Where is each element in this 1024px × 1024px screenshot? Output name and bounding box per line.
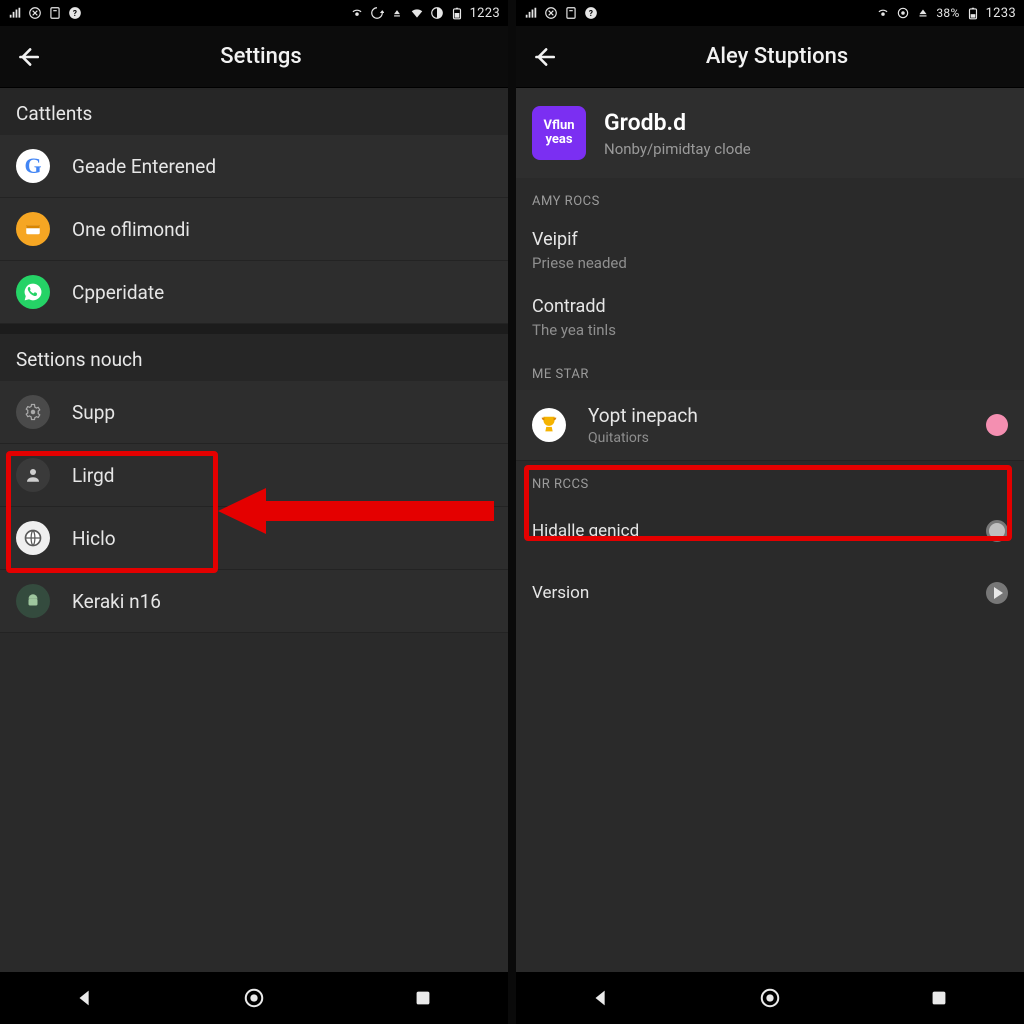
nav-recent[interactable] <box>921 980 957 1016</box>
whatsapp-icon <box>16 275 50 309</box>
section-more: Settions nouch <box>0 334 508 381</box>
row-sub: Quitatiors <box>588 430 698 446</box>
nav-recent[interactable] <box>405 980 441 1016</box>
settings-item-hiclo[interactable]: Hiclo <box>0 507 508 570</box>
settings-item-wallet[interactable]: One oflimondi <box>0 198 508 261</box>
toggle-indicator[interactable] <box>986 414 1008 436</box>
section-accounts: Cattlents <box>0 88 508 135</box>
settings-item-google[interactable]: G Geade Enterened <box>0 135 508 198</box>
nfc-icon <box>544 6 558 20</box>
section-mestar: ME STAR <box>516 351 1024 390</box>
android-nav-bar <box>0 972 508 1024</box>
help-icon: ? <box>68 6 82 20</box>
detail-item-veipif[interactable]: Veipif Priese neaded <box>516 217 1024 284</box>
nav-home[interactable] <box>236 980 272 1016</box>
status-bar: ? 38% 1233 <box>516 0 1024 26</box>
hotspot-icon <box>876 6 890 20</box>
status-right: 1223 <box>350 6 500 21</box>
radio-indicator[interactable] <box>986 520 1008 542</box>
person-icon <box>16 458 50 492</box>
signal-icon <box>8 6 22 20</box>
detail-item-yopt[interactable]: Yopt inepach Quitatiors <box>516 390 1024 461</box>
wallet-icon <box>16 212 50 246</box>
battery-icon <box>966 6 980 20</box>
row-title: Yopt inepach <box>588 404 698 427</box>
app-bar: Aley Stuptions <box>516 26 1024 88</box>
android-icon <box>16 584 50 618</box>
phone-right: ? 38% 1233 Aley Stuptions Vflun yeas <box>516 0 1024 1024</box>
app-title-col: Grodb.d Nonby/pimidtay clode <box>604 109 751 158</box>
battery-icon <box>450 6 464 20</box>
play-indicator[interactable] <box>986 582 1008 604</box>
trophy-icon <box>532 408 566 442</box>
gear-icon <box>16 395 50 429</box>
nav-home[interactable] <box>752 980 788 1016</box>
app-header-card: Vflun yeas Grodb.d Nonby/pimidtay clode <box>516 88 1024 178</box>
row-sub: Priese neaded <box>532 254 1008 272</box>
status-time: 1223 <box>470 6 500 21</box>
row-label: Geade Enterened <box>72 155 216 178</box>
row-title: Version <box>532 583 589 603</box>
status-right: 38% 1233 <box>876 6 1016 21</box>
app-subtitle: Nonby/pimidtay clode <box>604 140 751 158</box>
section-amyrocs: AMY ROCS <box>516 178 1024 217</box>
settings-item-keraki[interactable]: Keraki n16 <box>0 570 508 633</box>
settings-item-lirgd[interactable]: Lirgd <box>0 444 508 507</box>
two-phone-comparison: ? 1223 Settings Cattlents G Geade En <box>0 0 1024 1024</box>
badge-line2: yeas <box>545 133 572 147</box>
settings-content: Cattlents G Geade Enterened One oflimond… <box>0 88 508 972</box>
section-divider <box>0 324 508 334</box>
data-icon <box>916 6 930 20</box>
signal-icon <box>524 6 538 20</box>
globe-icon <box>16 521 50 555</box>
detail-item-version[interactable]: Version <box>516 562 1024 624</box>
row-label: Keraki n16 <box>72 590 161 613</box>
app-icon: Vflun yeas <box>532 106 586 160</box>
badge-icon <box>564 6 578 20</box>
svg-text:?: ? <box>589 8 593 18</box>
settings-item-whatsapp[interactable]: Cpperidate <box>0 261 508 324</box>
nav-back[interactable] <box>67 980 103 1016</box>
page-title: Settings <box>28 44 494 69</box>
app-name: Grodb.d <box>604 109 751 136</box>
sync-icon <box>896 6 910 20</box>
row-label: Lirgd <box>72 464 115 487</box>
row-label: Cpperidate <box>72 281 164 304</box>
detail-item-contradd[interactable]: Contradd The yea tinls <box>516 284 1024 351</box>
sync-icon <box>370 6 384 20</box>
row-title: Hidalle genicd <box>532 521 639 541</box>
row-label: One oflimondi <box>72 218 190 241</box>
nfc-icon <box>28 6 42 20</box>
row-label: Hiclo <box>72 527 116 550</box>
badge-icon <box>48 6 62 20</box>
row-title: Contradd <box>532 296 1008 317</box>
row-sub: The yea tinls <box>532 321 1008 339</box>
hotspot-icon <box>350 6 364 20</box>
help-icon: ? <box>584 6 598 20</box>
phone-left: ? 1223 Settings Cattlents G Geade En <box>0 0 508 1024</box>
status-bar: ? 1223 <box>0 0 508 26</box>
wifi-icon <box>410 6 424 20</box>
badge-line1: Vflun <box>543 119 574 133</box>
detail-item-hidalle[interactable]: Hidalle genicd <box>516 500 1024 562</box>
data-icon <box>390 6 404 20</box>
half-icon <box>430 6 444 20</box>
row-title: Veipif <box>532 229 1008 250</box>
row-label: Supp <box>72 401 115 424</box>
battery-pct: 38% <box>936 6 959 20</box>
android-nav-bar <box>516 972 1024 1024</box>
status-left: ? <box>8 6 82 20</box>
section-nrrccs: NR RCCS <box>516 461 1024 500</box>
app-bar: Settings <box>0 26 508 88</box>
nav-back[interactable] <box>583 980 619 1016</box>
status-left: ? <box>524 6 598 20</box>
svg-text:?: ? <box>73 8 77 18</box>
status-time: 1233 <box>986 6 1016 21</box>
google-icon: G <box>16 149 50 183</box>
settings-item-supp[interactable]: Supp <box>0 381 508 444</box>
app-detail-content: Vflun yeas Grodb.d Nonby/pimidtay clode … <box>516 88 1024 972</box>
page-title: Aley Stuptions <box>544 44 1010 69</box>
